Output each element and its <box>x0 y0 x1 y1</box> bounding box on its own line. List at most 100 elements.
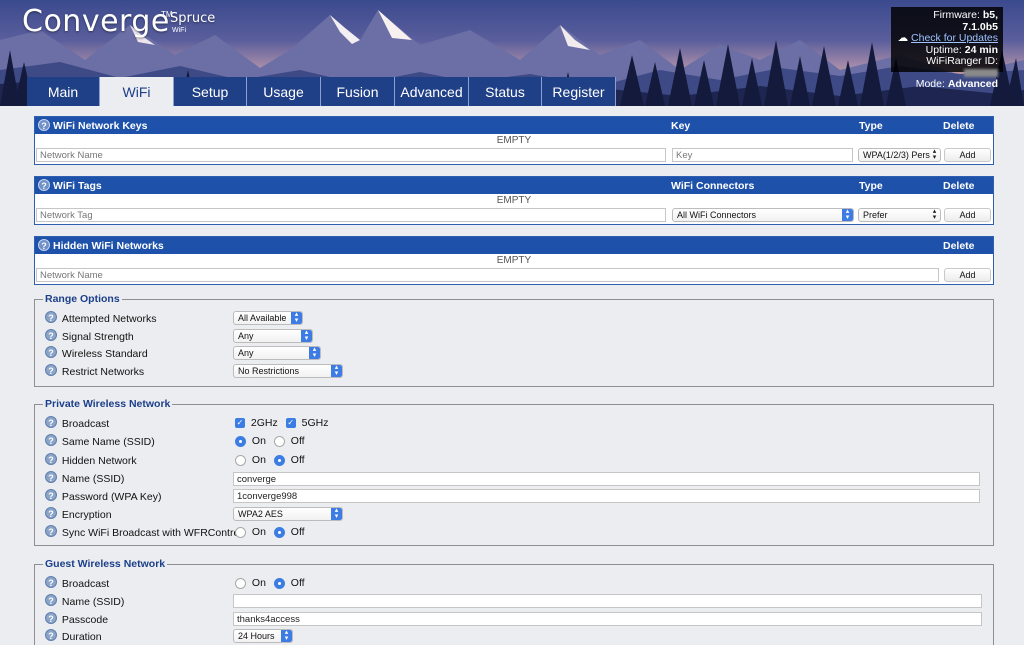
help-icon[interactable]: ? <box>45 525 57 538</box>
hidden-network-name-input[interactable] <box>36 268 939 282</box>
cloud-icon: ☁ <box>897 32 909 44</box>
duration-label: Duration <box>61 631 102 644</box>
range-options-section: Range Options ? Attempted Networks All A… <box>34 293 994 387</box>
help-icon[interactable]: ? <box>45 329 57 342</box>
wifi-content: ? WiFi Network Keys Key Type Delete EMPT… <box>27 106 1004 645</box>
wireless-standard-select[interactable]: Any ▴ ▾ <box>233 346 321 360</box>
empty-text: EMPTY <box>496 135 532 146</box>
private-network-section: Private Wireless Network ? Broadcast ✓ 2… <box>34 398 994 546</box>
add-network-key-button[interactable]: Add <box>944 148 991 162</box>
help-icon[interactable]: ? <box>45 594 57 607</box>
signal-strength-row: ? Signal Strength <box>45 329 134 345</box>
help-icon[interactable]: ? <box>45 471 57 484</box>
tag-type-value: Prefer <box>863 210 888 220</box>
guest-broadcast-off-label: Off <box>290 577 305 590</box>
passcode-input[interactable] <box>233 612 982 626</box>
network-keys-title: WiFi Network Keys <box>53 120 148 132</box>
hidden-on-label: On <box>251 454 266 467</box>
connectors-select[interactable]: All WiFi Connectors ▴ ▾ <box>672 208 854 222</box>
key-type-select[interactable]: WPA(1/2/3) Pers ▴ ▾ <box>858 148 941 162</box>
help-icon[interactable]: ? <box>45 434 57 447</box>
guest-broadcast-off-radio[interactable] <box>273 577 285 589</box>
same-name-off-label: Off <box>290 435 305 448</box>
help-icon[interactable]: ? <box>38 179 50 191</box>
signal-strength-label: Signal Strength <box>61 331 134 344</box>
tab-wifi[interactable]: WiFi <box>100 77 174 106</box>
guest-broadcast-row: ? Broadcast <box>45 576 109 592</box>
same-name-controls: On Off <box>235 435 310 447</box>
help-icon[interactable]: ? <box>45 364 57 377</box>
key-column-header: Key <box>671 120 691 132</box>
password-row: ? Password (WPA Key) <box>45 489 162 505</box>
same-name-off-radio[interactable] <box>273 435 285 447</box>
help-icon[interactable]: ? <box>45 489 57 502</box>
connectors-column-header: WiFi Connectors <box>671 180 755 192</box>
tab-usage[interactable]: Usage <box>247 77 321 106</box>
main-tabs: Main WiFi Setup Usage Fusion Advanced St… <box>27 77 616 106</box>
help-icon[interactable]: ? <box>45 346 57 359</box>
sync-on-radio[interactable] <box>235 526 246 538</box>
duration-select[interactable]: 24 Hours ▴ ▾ <box>233 629 293 643</box>
tab-setup[interactable]: Setup <box>174 77 247 106</box>
guest-broadcast-on-radio[interactable] <box>235 577 246 589</box>
guest-ssid-label: Name (SSID) <box>61 596 125 609</box>
same-name-on-radio[interactable] <box>235 435 246 447</box>
chevron-updown-icon: ▴ ▾ <box>331 508 342 520</box>
hidden-on-radio[interactable] <box>235 454 246 466</box>
same-name-label: Same Name (SSID) <box>61 436 155 449</box>
password-label: Password (WPA Key) <box>61 491 162 504</box>
help-icon[interactable]: ? <box>45 576 57 589</box>
help-icon[interactable]: ? <box>45 612 57 625</box>
restrict-networks-row: ? Restrict Networks <box>45 364 144 380</box>
sync-broadcast-label: Sync WiFi Broadcast with WFRControl <box>61 527 242 540</box>
sync-broadcast-controls: On Off <box>235 526 310 538</box>
private-ssid-input[interactable] <box>233 472 980 486</box>
tab-fusion[interactable]: Fusion <box>321 77 395 106</box>
chevron-updown-icon: ▴ ▾ <box>331 365 342 377</box>
network-name-input[interactable] <box>36 148 666 162</box>
wireless-standard-value: Any <box>238 348 254 358</box>
signal-strength-select[interactable]: Any ▴ ▾ <box>233 329 313 343</box>
tab-advanced[interactable]: Advanced <box>395 77 469 106</box>
empty-text: EMPTY <box>496 195 532 206</box>
attempted-networks-select[interactable]: All Available ▴ ▾ <box>233 311 303 325</box>
help-icon[interactable]: ? <box>45 629 57 642</box>
tab-status[interactable]: Status <box>469 77 542 106</box>
add-hidden-network-button[interactable]: Add <box>944 268 991 282</box>
check-updates-link[interactable]: Check for Updates <box>911 32 998 44</box>
help-icon[interactable]: ? <box>45 311 57 324</box>
guest-network-title: Guest Wireless Network <box>43 558 168 570</box>
duration-row: ? Duration <box>45 629 102 645</box>
help-icon[interactable]: ? <box>45 416 57 429</box>
status-info-box: Firmware: b5, 7.1.0b5 ☁ Check for Update… <box>891 7 1003 90</box>
chevron-updown-icon: ▴ ▾ <box>842 209 853 221</box>
sync-off-radio[interactable] <box>273 526 285 538</box>
band-2ghz-checkbox[interactable]: ✓ <box>235 418 245 429</box>
converge-logo: Converge <box>22 4 170 39</box>
encryption-select[interactable]: WPA2 AES ▴ ▾ <box>233 507 343 521</box>
hidden-off-radio[interactable] <box>273 454 285 466</box>
same-name-row: ? Same Name (SSID) <box>45 434 155 450</box>
encryption-value: WPA2 AES <box>238 509 283 519</box>
key-input[interactable] <box>672 148 853 162</box>
private-ssid-label: Name (SSID) <box>61 473 125 486</box>
guest-ssid-input[interactable] <box>233 594 982 608</box>
hidden-networks-header: ? Hidden WiFi Networks Delete <box>35 237 993 254</box>
band-5ghz-checkbox[interactable]: ✓ <box>285 418 296 429</box>
help-icon[interactable]: ? <box>45 507 57 520</box>
attempted-networks-label: Attempted Networks <box>61 313 157 326</box>
help-icon[interactable]: ? <box>38 119 50 131</box>
network-tag-input[interactable] <box>36 208 666 222</box>
add-wifi-tag-button[interactable]: Add <box>944 208 991 222</box>
ranger-id-label: WiFiRanger ID: <box>926 55 998 67</box>
tag-type-select[interactable]: Prefer ▴ ▾ <box>858 208 941 222</box>
chevron-updown-icon: ▴ ▾ <box>281 630 292 642</box>
tab-main[interactable]: Main <box>27 77 100 106</box>
password-input[interactable] <box>233 489 980 503</box>
guest-broadcast-on-label: On <box>251 577 266 590</box>
help-icon[interactable]: ? <box>38 239 50 251</box>
help-icon[interactable]: ? <box>45 453 57 466</box>
chevron-updown-icon: ▴ ▾ <box>932 208 937 221</box>
tab-register[interactable]: Register <box>542 77 616 106</box>
restrict-networks-select[interactable]: No Restrictions ▴ ▾ <box>233 364 343 378</box>
